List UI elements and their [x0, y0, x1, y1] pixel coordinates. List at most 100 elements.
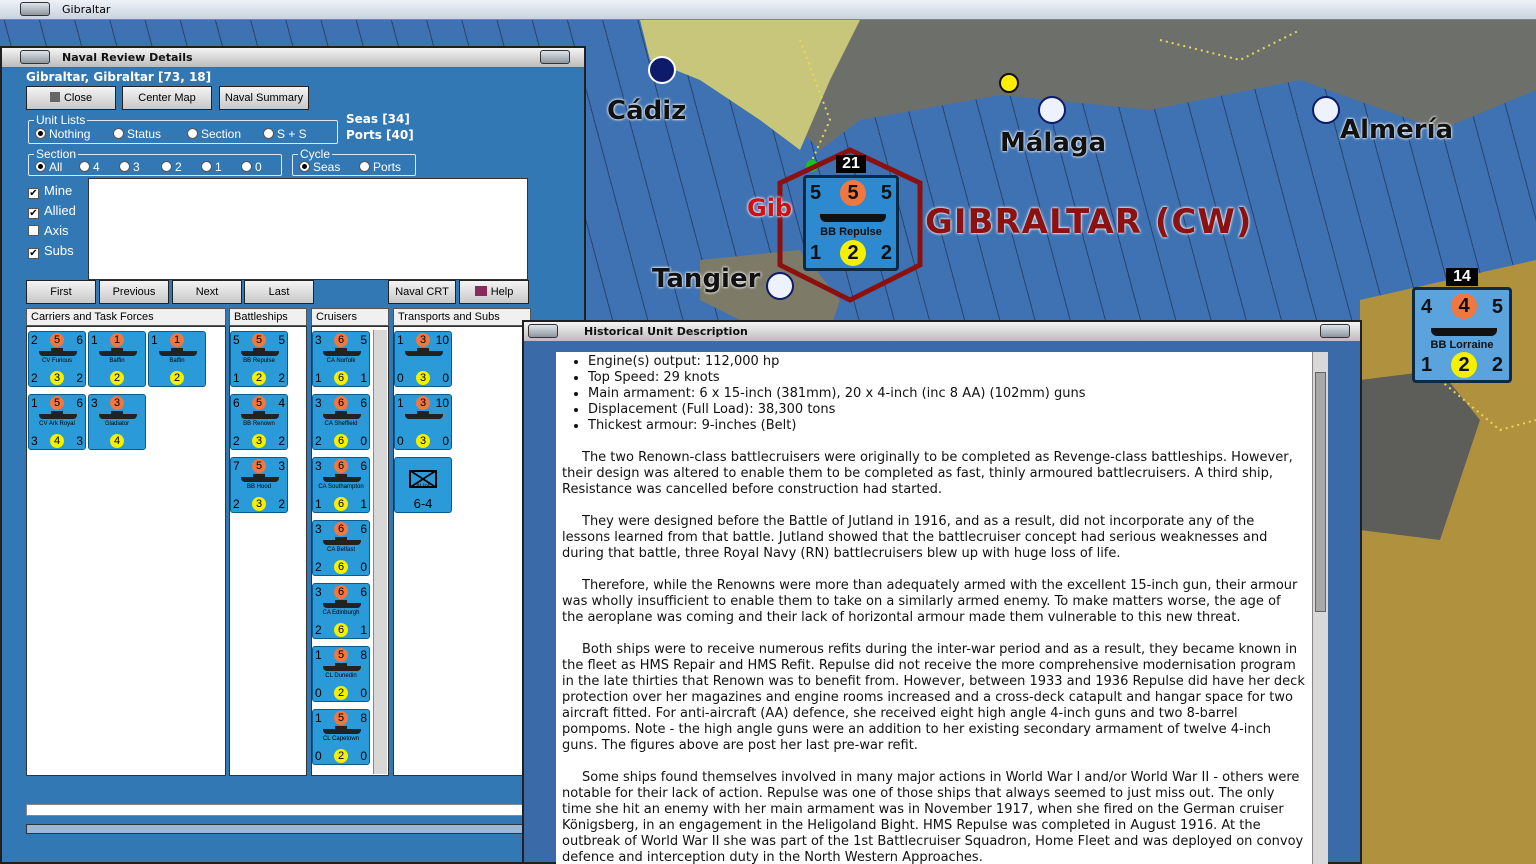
counter-name: CV Ark Royal — [39, 421, 75, 427]
unit-lists-group: Unit Lists Nothing Status Section S + S — [28, 113, 338, 144]
ship-silhouette-icon — [323, 411, 361, 419]
counter-tl: 5 — [810, 182, 822, 204]
last-button[interactable]: Last — [244, 280, 314, 304]
counter-o: 6 — [334, 585, 348, 599]
radio-section-1[interactable]: 1 — [201, 160, 222, 174]
counter-tr: 6 — [76, 333, 83, 347]
unit-counter[interactable]: 2 5 6 2 3 2 CV Furious — [28, 331, 86, 387]
unit-counter[interactable]: 5 5 5 1 2 2 BB Repulse — [230, 331, 288, 387]
unit-counter[interactable]: III Inf6-4 — [394, 457, 452, 513]
counter-o: 1 — [110, 333, 124, 347]
window-menu-button[interactable] — [528, 324, 558, 338]
filter-allied[interactable]: ✔ Allied — [28, 203, 76, 219]
unit-counter[interactable]: 3 6 6 2 6 0 CA Sheffield — [312, 394, 370, 450]
counter-y: 2 — [170, 371, 184, 385]
close-button[interactable]: Close — [26, 86, 116, 110]
section-group: Section All 4 3 2 1 0 — [28, 147, 282, 176]
unit-counter[interactable]: 1 5 6 3 4 3 CV Ark Royal — [28, 394, 86, 450]
counter-tr: 4 — [278, 396, 285, 410]
unit-counter[interactable]: 6 5 4 2 3 2 BB Renown — [230, 394, 288, 450]
radio-section[interactable]: Section — [187, 127, 241, 141]
radio-section-0[interactable]: 0 — [241, 160, 262, 174]
unit-counter[interactable]: 1 1 2 Baffin — [88, 331, 146, 387]
counter-tl: 7 — [233, 459, 240, 473]
window-close-button[interactable] — [540, 50, 570, 64]
radio-section-3[interactable]: 3 — [119, 160, 140, 174]
unit-counter-bb-repulse[interactable]: 5 5 5 BB Repulse 1 2 2 — [803, 175, 899, 271]
counter-bl: 1 — [1421, 354, 1433, 376]
map-label-almeria: Almería — [1340, 115, 1454, 145]
radio-nothing[interactable]: Nothing — [35, 127, 90, 141]
filter-axis[interactable]: Axis — [28, 223, 69, 238]
unit-list-box[interactable] — [88, 178, 528, 280]
counter-o: 5 — [334, 648, 348, 662]
radio-section-4[interactable]: 4 — [79, 160, 100, 174]
counter-name: BB Renown — [243, 421, 275, 427]
description-titlebar[interactable]: Historical Unit Description — [524, 322, 1360, 342]
seas-count: Seas [34] — [346, 112, 410, 126]
unit-counter[interactable]: 7 5 3 2 3 2 BB Hood — [230, 457, 288, 513]
unit-counter[interactable]: 3 6 6 1 6 1 CA Southampton — [312, 457, 370, 513]
counter-y: 3 — [50, 371, 64, 385]
unit-counter[interactable]: 3 6 5 1 6 1 CA Norfolk — [312, 331, 370, 387]
counter-y: 6 — [334, 497, 348, 511]
counter-name: CL Dunedin — [325, 673, 357, 679]
unit-counter[interactable]: 1 3 10 0 3 0 — [394, 331, 452, 387]
app-titlebar: Gibraltar — [0, 0, 1536, 20]
first-button[interactable]: First — [26, 280, 96, 304]
resize-bar[interactable] — [26, 824, 584, 834]
counter-bl: 0 — [315, 686, 322, 700]
ship-silhouette-icon — [323, 474, 361, 482]
filter-mine[interactable]: ✔ Mine — [28, 183, 72, 199]
radio-section-2[interactable]: 2 — [161, 160, 182, 174]
counter-bl: 1 — [233, 371, 240, 385]
horizontal-scrollbar[interactable] — [26, 804, 526, 816]
description-paragraph: They were designed before the Battle of … — [562, 514, 1268, 561]
window-close-button[interactable] — [1320, 324, 1350, 338]
cruisers-scrollbar[interactable] — [373, 330, 387, 774]
unit-counter[interactable]: 1 1 2 Baffin — [148, 331, 206, 387]
naval-review-titlebar[interactable]: Naval Review Details — [2, 48, 584, 68]
counter-name: CA Belfast — [326, 547, 355, 553]
counter-o: 6 — [334, 396, 348, 410]
counter-y: 6 — [334, 434, 348, 448]
counter-y: 3 — [252, 497, 266, 511]
counter-bl: 2 — [233, 434, 240, 448]
unit-counter[interactable]: 3 6 6 2 6 1 CA Edinburgh — [312, 583, 370, 639]
naval-crt-button[interactable]: Naval CRT — [388, 280, 456, 304]
ship-silhouette-icon — [405, 411, 443, 419]
spec-item: Top Speed: 29 knots — [588, 370, 1306, 386]
app-title: Gibraltar — [62, 3, 111, 16]
naval-summary-button[interactable]: Naval Summary — [219, 86, 309, 110]
ship-silhouette-icon — [323, 348, 361, 356]
radio-section-all[interactable]: All — [35, 160, 62, 174]
counter-name: BB Lorraine — [1430, 339, 1494, 351]
counter-br: 2 — [1491, 354, 1503, 376]
unit-counter[interactable]: 1 5 8 0 2 0 CL Capetown — [312, 709, 370, 765]
center-map-button[interactable]: Center Map — [122, 86, 212, 110]
radio-s-plus-s[interactable]: S + S — [263, 127, 307, 141]
counter-tr: 8 — [360, 711, 367, 725]
help-button[interactable]: Help — [459, 280, 529, 304]
previous-button[interactable]: Previous — [99, 280, 169, 304]
next-button[interactable]: Next — [172, 280, 242, 304]
counter-tl: 3 — [315, 396, 322, 410]
unit-counter[interactable]: 3 6 6 2 6 0 CA Belfast — [312, 520, 370, 576]
counter-bl: 2 — [315, 623, 322, 637]
radio-status[interactable]: Status — [113, 127, 161, 141]
unit-counter[interactable]: 3 3 4 Gladiator — [88, 394, 146, 450]
spec-item: Engine(s) output: 112,000 hp — [588, 354, 1306, 370]
window-menu-button[interactable] — [20, 50, 50, 64]
filter-subs[interactable]: ✔ Subs — [28, 243, 74, 259]
unit-counter-bb-lorraine[interactable]: 4 4 5 BB Lorraine 1 2 2 — [1412, 287, 1512, 383]
description-scrollbar[interactable] — [1312, 352, 1328, 864]
radio-cycle-ports[interactable]: Ports — [359, 160, 401, 174]
unit-counter[interactable]: 1 5 8 0 2 0 CL Dunedin — [312, 646, 370, 702]
scrollbar-thumb[interactable] — [1315, 372, 1326, 612]
window-menu-button[interactable] — [20, 2, 50, 16]
counter-o: 3 — [110, 396, 124, 410]
unit-counter[interactable]: 1 3 10 0 3 0 — [394, 394, 452, 450]
ship-silhouette-icon — [1431, 328, 1497, 336]
radio-cycle-seas[interactable]: Seas — [299, 160, 340, 174]
counter-bl: 0 — [397, 434, 404, 448]
